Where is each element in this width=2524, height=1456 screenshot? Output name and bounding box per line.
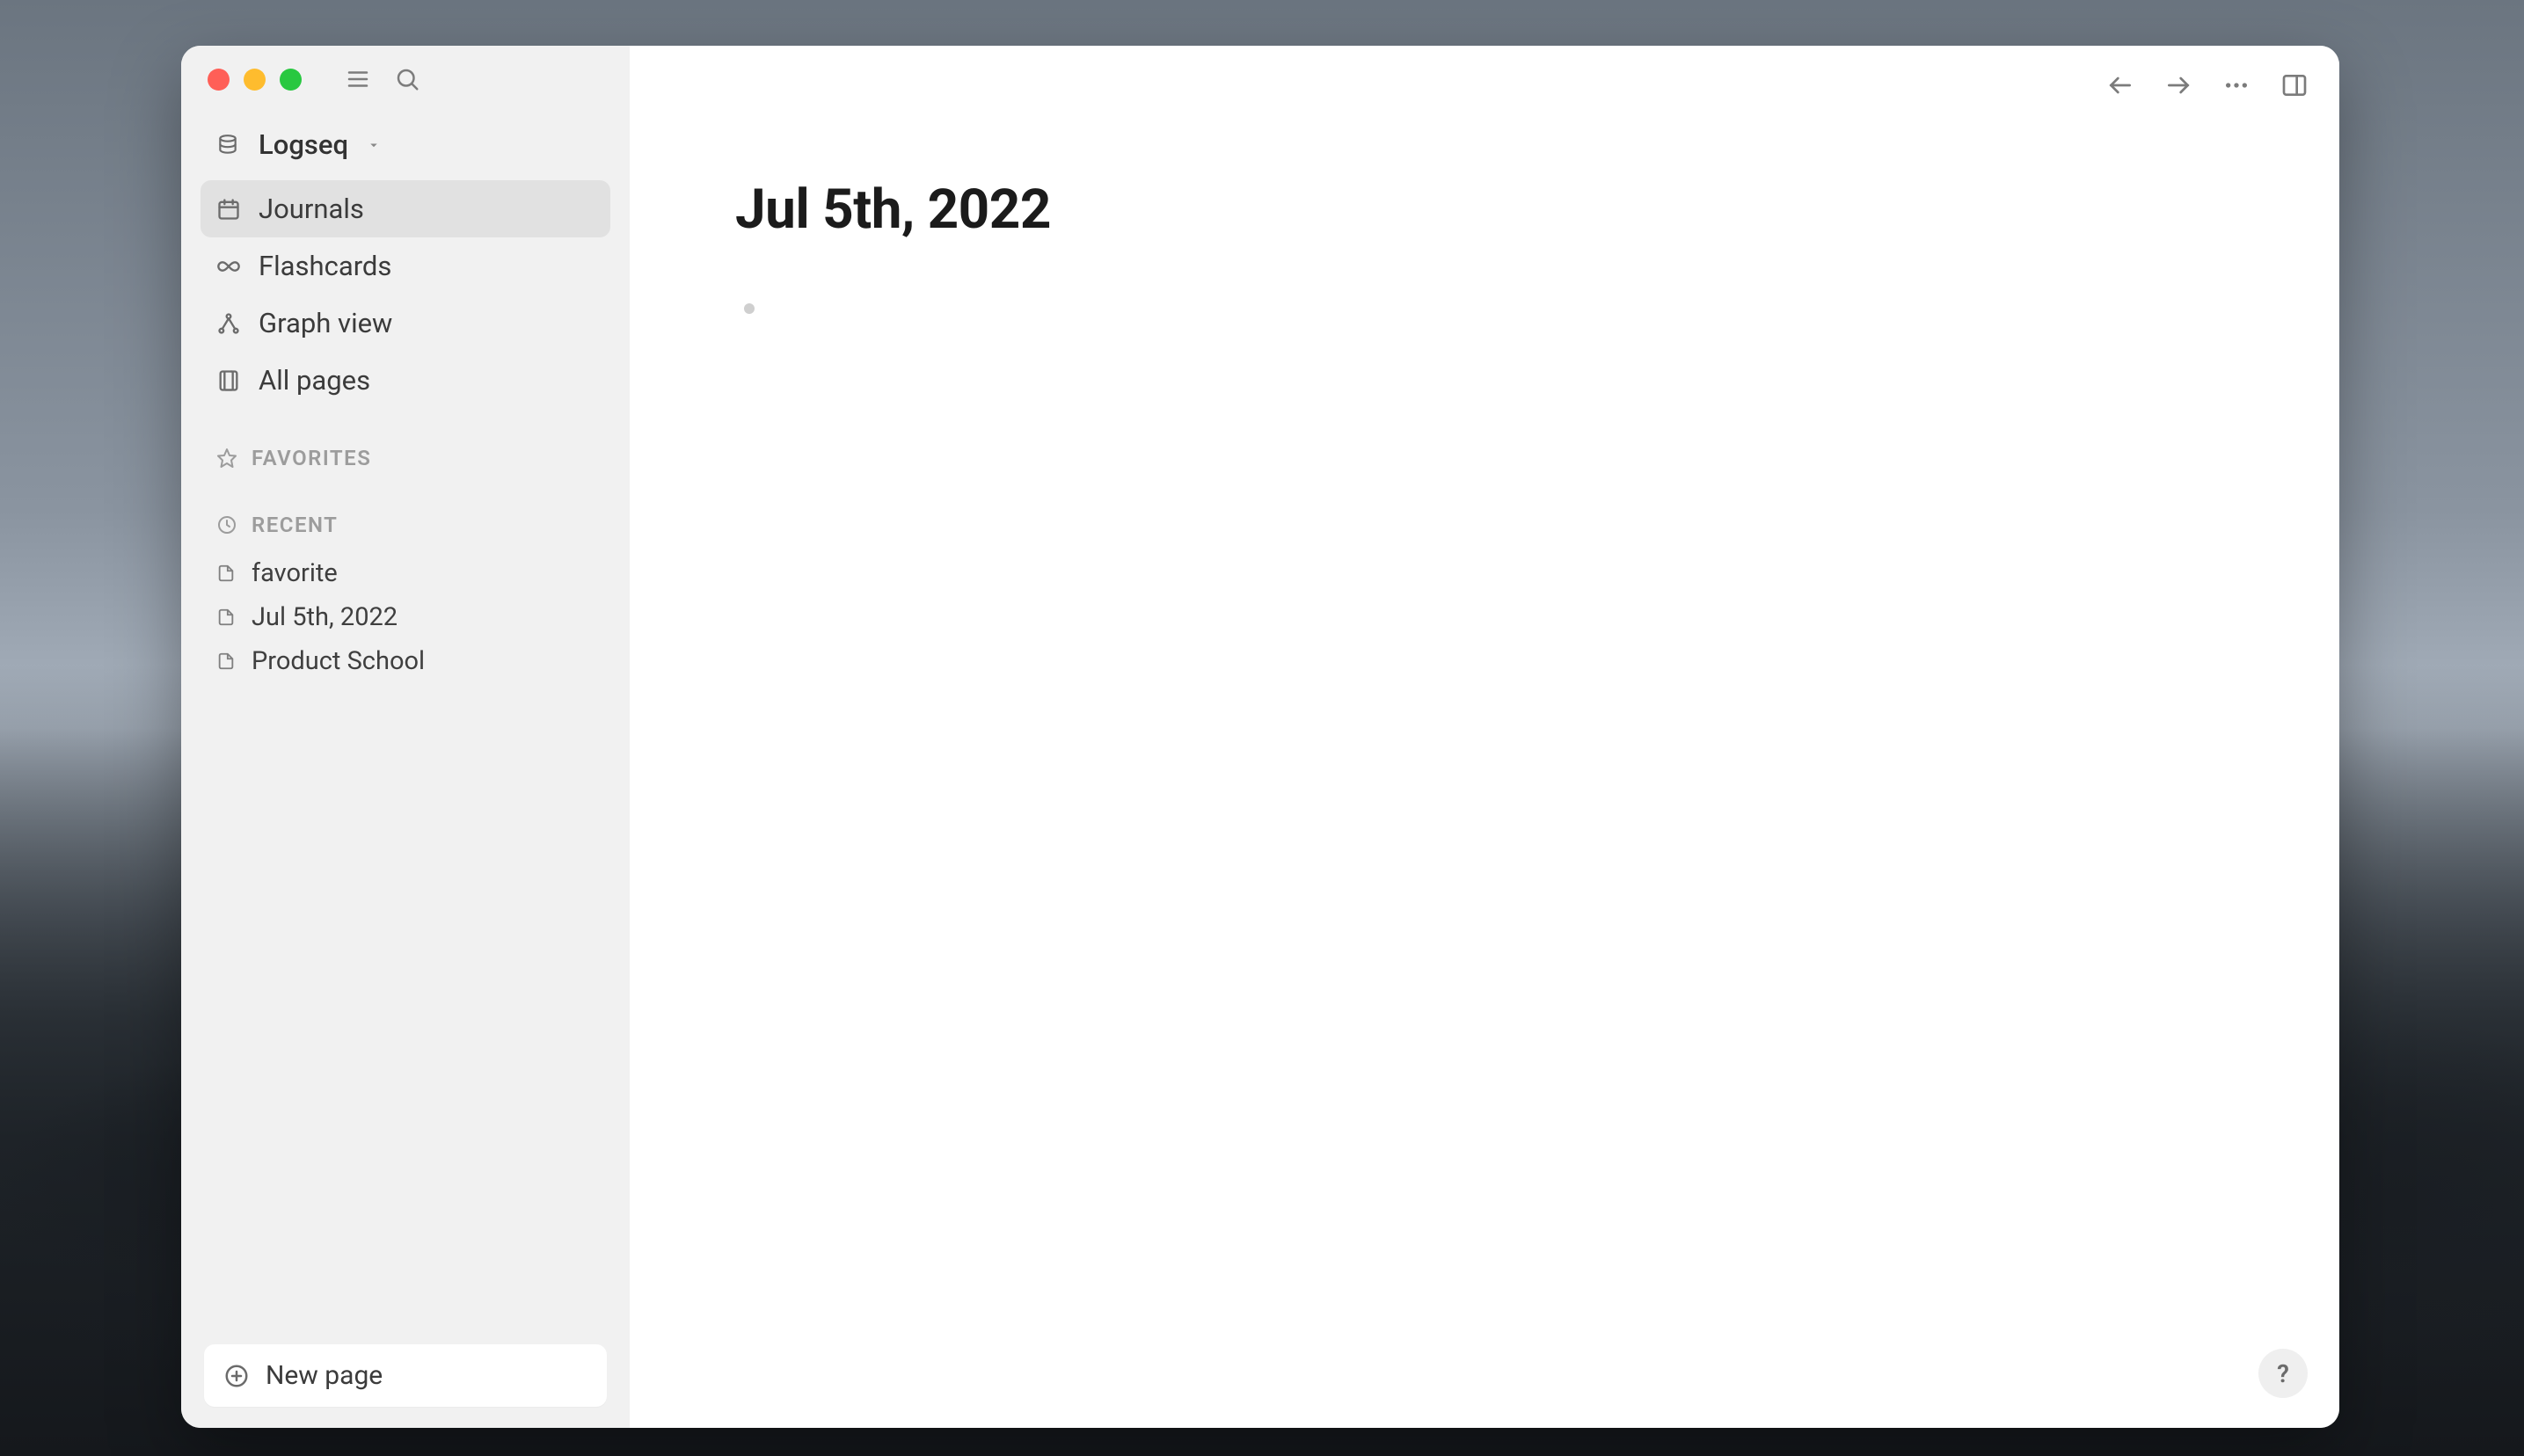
nav-forward-button[interactable]: [2162, 69, 2195, 102]
recent-item-label: favorite: [252, 558, 338, 588]
page-icon: [216, 608, 239, 627]
help-label: ?: [2277, 1359, 2289, 1388]
clock-icon: [216, 514, 239, 535]
database-icon: [216, 134, 244, 157]
recent-item-label: Product School: [252, 646, 425, 676]
new-page-button[interactable]: New page: [204, 1344, 607, 1407]
nav-item-label: Flashcards: [259, 250, 391, 282]
nav-item-flashcards[interactable]: Flashcards: [201, 237, 610, 295]
new-page-label: New page: [266, 1360, 383, 1391]
bullet-icon[interactable]: [744, 303, 755, 314]
plus-circle-icon: [223, 1363, 250, 1389]
infinity-icon: [216, 254, 243, 279]
toggle-right-sidebar-button[interactable]: [2278, 69, 2311, 102]
traffic-lights: [208, 69, 302, 91]
main-pane: Jul 5th, 2022 ?: [630, 46, 2339, 1428]
titlebar: [181, 46, 630, 113]
recent-item[interactable]: favorite: [216, 551, 610, 595]
page-icon: [216, 564, 239, 583]
primary-nav: Journals Flashcards Graph view All pages: [181, 177, 630, 412]
sidebar: Logseq Journals Flashcards: [181, 46, 630, 1428]
graph-name: Logseq: [259, 128, 348, 161]
nav-item-graph[interactable]: Graph view: [201, 295, 610, 352]
pages-icon: [216, 368, 243, 393]
nav-item-label: All pages: [259, 364, 370, 397]
nav-item-label: Journals: [259, 193, 364, 225]
block-input[interactable]: [770, 293, 779, 324]
recent-item[interactable]: Product School: [216, 639, 610, 683]
favorites-header-label: FAVORITES: [252, 446, 371, 470]
hamburger-icon[interactable]: [342, 63, 374, 95]
star-icon: [216, 448, 239, 469]
page-content: Jul 5th, 2022: [630, 46, 2339, 324]
help-button[interactable]: ?: [2258, 1349, 2308, 1398]
page-icon: [216, 652, 239, 671]
recent-item[interactable]: Jul 5th, 2022: [216, 595, 610, 639]
graph-selector[interactable]: Logseq: [181, 118, 630, 171]
nav-item-label: Graph view: [259, 307, 392, 339]
recent-header-label: RECENT: [252, 513, 338, 537]
block-row[interactable]: [744, 293, 2234, 324]
window-close-button[interactable]: [208, 69, 230, 91]
calendar-icon: [216, 197, 243, 222]
recent-list: favorite Jul 5th, 2022 Product School: [181, 546, 630, 683]
recent-item-label: Jul 5th, 2022: [252, 602, 398, 632]
window-maximize-button[interactable]: [280, 69, 302, 91]
page-title[interactable]: Jul 5th, 2022: [735, 178, 2234, 242]
window-minimize-button[interactable]: [244, 69, 266, 91]
nav-item-journals[interactable]: Journals: [201, 180, 610, 237]
nav-back-button[interactable]: [2104, 69, 2137, 102]
graph-icon: [216, 311, 243, 336]
recent-header[interactable]: RECENT: [181, 495, 630, 546]
chevron-down-icon: [366, 137, 382, 153]
nav-item-all-pages[interactable]: All pages: [201, 352, 610, 409]
more-menu-button[interactable]: [2220, 69, 2253, 102]
favorites-header[interactable]: FAVORITES: [181, 428, 630, 479]
top-right-controls: [2104, 69, 2311, 102]
search-icon[interactable]: [391, 63, 423, 95]
app-window: Logseq Journals Flashcards: [181, 46, 2339, 1428]
